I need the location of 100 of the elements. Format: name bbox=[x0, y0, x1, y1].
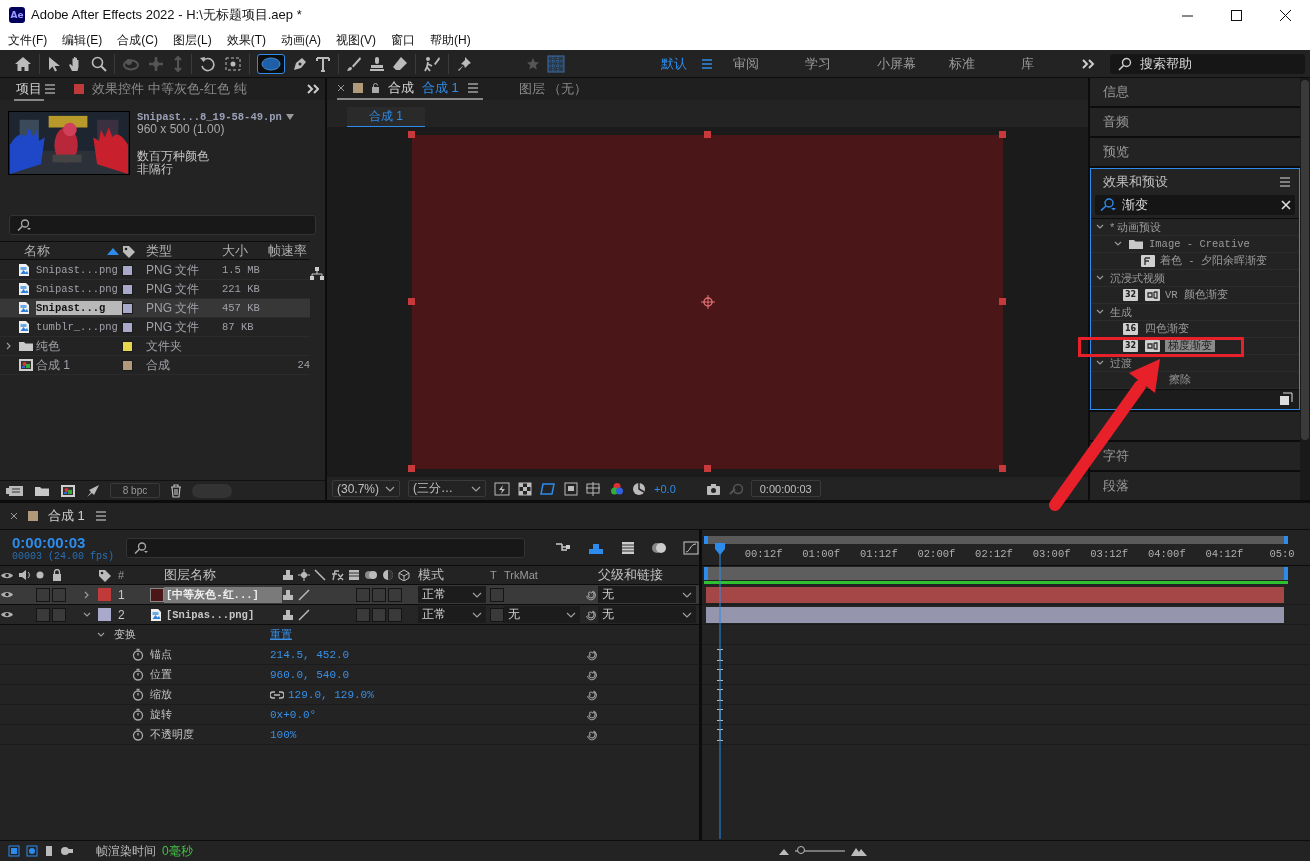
switch-box[interactable] bbox=[52, 587, 66, 602]
eye-icon[interactable] bbox=[0, 570, 14, 580]
quality-switch-icon[interactable] bbox=[298, 588, 310, 601]
transform-handle[interactable] bbox=[408, 298, 415, 305]
column-header[interactable]: # bbox=[118, 569, 134, 581]
modes-icon[interactable] bbox=[26, 845, 38, 857]
keyframe-navigator-icon[interactable] bbox=[717, 689, 723, 701]
transform-handle[interactable] bbox=[999, 298, 1006, 305]
zoom-in-icon[interactable] bbox=[850, 846, 867, 856]
property-value[interactable]: 100% bbox=[270, 728, 297, 741]
transform-handle[interactable] bbox=[408, 465, 415, 472]
scrollbar-thumb[interactable] bbox=[1301, 80, 1309, 440]
switch-box[interactable] bbox=[52, 607, 66, 622]
property-value[interactable]: 129.0, 129.0% bbox=[288, 688, 374, 701]
interpret-footage-icon[interactable] bbox=[6, 484, 24, 497]
exposure-icon[interactable] bbox=[632, 481, 647, 496]
panel-title[interactable]: 预览 bbox=[1103, 142, 1129, 161]
pick-whip-icon[interactable] bbox=[584, 588, 596, 601]
mode-dropdown[interactable]: 正常 bbox=[418, 586, 486, 603]
selection-tool-icon[interactable] bbox=[47, 55, 61, 72]
panel-title[interactable]: 音频 bbox=[1103, 112, 1129, 131]
column-header[interactable]: 名称 bbox=[24, 242, 50, 260]
menu-item[interactable]: 动画(A) bbox=[281, 31, 321, 49]
resolution-dropdown[interactable]: (三分… bbox=[408, 480, 487, 497]
type-tool-icon[interactable] bbox=[315, 55, 331, 72]
column-header[interactable]: 模式 bbox=[418, 566, 490, 584]
more-panels-icon[interactable] bbox=[1082, 58, 1096, 69]
roto-brush-icon[interactable] bbox=[423, 55, 441, 72]
shy-icon[interactable] bbox=[282, 569, 294, 581]
layer-name[interactable]: [中等灰色-红...] bbox=[164, 586, 282, 603]
collapse-icon[interactable] bbox=[298, 569, 310, 581]
dropdown-caret-icon[interactable] bbox=[472, 611, 482, 618]
workspace-tab[interactable]: 小屏幕 bbox=[866, 50, 938, 77]
shy-switch-icon[interactable] bbox=[282, 608, 294, 621]
workspace-tab[interactable]: 库 bbox=[1010, 50, 1082, 77]
effect-item[interactable]: VR 颜色渐变 bbox=[1165, 288, 1228, 301]
keyframe-navigator-icon[interactable] bbox=[717, 649, 723, 661]
region-of-interest-icon[interactable] bbox=[564, 481, 579, 496]
bit-depth-button[interactable]: 8 bpc bbox=[110, 483, 160, 498]
property-value[interactable]: 960.0, 540.0 bbox=[270, 668, 350, 681]
exposure-value[interactable]: +0.0 bbox=[654, 482, 676, 495]
layer-name[interactable]: [Snipas...png] bbox=[164, 607, 282, 622]
switch-box[interactable] bbox=[388, 607, 402, 622]
puppet-pin-icon[interactable] bbox=[456, 55, 472, 72]
snapshot-icon[interactable] bbox=[705, 482, 721, 495]
project-item[interactable]: tumblr_...png PNG 文件 87 KB bbox=[0, 318, 310, 337]
home-icon[interactable] bbox=[14, 55, 32, 72]
workspace-tab[interactable]: 学习 bbox=[794, 50, 866, 77]
adjustment-layer-icon[interactable] bbox=[382, 569, 394, 581]
color-channels-icon[interactable] bbox=[610, 481, 625, 496]
menu-item[interactable]: 编辑(E) bbox=[62, 31, 103, 49]
workspace-tab[interactable]: 审阅 bbox=[722, 50, 794, 77]
close-icon[interactable] bbox=[1280, 9, 1291, 21]
viewer-tab[interactable]: 图层 （无） bbox=[518, 80, 588, 98]
switch-box[interactable] bbox=[490, 587, 504, 602]
transform-handle[interactable] bbox=[408, 131, 415, 138]
clear-icon[interactable] bbox=[1281, 199, 1291, 210]
new-folder-icon[interactable] bbox=[34, 484, 50, 497]
dropdown-caret-icon[interactable] bbox=[566, 611, 576, 618]
panel-title[interactable]: 字符 bbox=[1103, 447, 1129, 466]
stopwatch-icon[interactable] bbox=[132, 708, 144, 721]
label-tag-icon[interactable] bbox=[98, 568, 111, 582]
menu-item[interactable]: 图层(L) bbox=[173, 31, 212, 49]
transform-handle[interactable] bbox=[999, 465, 1006, 472]
composition-flowchart-icon[interactable] bbox=[555, 540, 571, 553]
effect-item[interactable]: Image - Creative bbox=[1149, 237, 1250, 250]
property-value[interactable]: 214.5, 452.0 bbox=[270, 648, 350, 661]
render-time-icon[interactable] bbox=[60, 845, 74, 857]
panel-header[interactable] bbox=[1090, 412, 1300, 441]
category-item[interactable]: * 动画预设 bbox=[1110, 220, 1162, 233]
frame-blending-icon[interactable] bbox=[348, 569, 360, 581]
panel-tab[interactable]: 项目 bbox=[14, 77, 44, 101]
pick-whip-icon[interactable] bbox=[585, 688, 597, 701]
fx-icon[interactable] bbox=[330, 569, 344, 581]
eraser-tool-icon[interactable] bbox=[392, 55, 408, 72]
quality-switch-icon[interactable] bbox=[298, 608, 310, 621]
parent-dropdown[interactable]: 无 bbox=[598, 586, 696, 603]
help-search-field[interactable]: 搜索帮助 bbox=[1110, 53, 1305, 74]
transform-handle[interactable] bbox=[703, 131, 711, 138]
effects-search-field[interactable]: 渐变 bbox=[1095, 194, 1295, 215]
category-item[interactable]: 沉浸式视频 bbox=[1110, 271, 1165, 284]
switch-box[interactable] bbox=[490, 607, 504, 622]
project-search-field[interactable] bbox=[9, 215, 316, 235]
menu-icon[interactable] bbox=[466, 83, 479, 93]
composition-tab[interactable]: 合成 1 bbox=[347, 107, 425, 127]
keyframe-navigator-icon[interactable] bbox=[717, 669, 723, 681]
workspace-tab[interactable]: 标准 bbox=[938, 50, 1010, 77]
close-icon[interactable] bbox=[337, 84, 345, 92]
label-swatch[interactable] bbox=[98, 588, 111, 601]
transform-handle[interactable] bbox=[703, 465, 711, 472]
in-out-icon[interactable] bbox=[44, 845, 54, 857]
property-value[interactable]: 0x+0.0° bbox=[270, 708, 317, 721]
transparency-grid-icon[interactable] bbox=[518, 481, 533, 496]
track-matte-dropdown[interactable]: 无 bbox=[504, 606, 580, 623]
grid-guides-icon[interactable] bbox=[586, 481, 603, 496]
menu-item[interactable]: 视图(V) bbox=[336, 31, 376, 49]
playhead[interactable] bbox=[715, 543, 725, 839]
label-tag-icon[interactable] bbox=[122, 244, 135, 258]
star-icon[interactable] bbox=[526, 56, 540, 71]
switch-box[interactable] bbox=[356, 607, 370, 622]
